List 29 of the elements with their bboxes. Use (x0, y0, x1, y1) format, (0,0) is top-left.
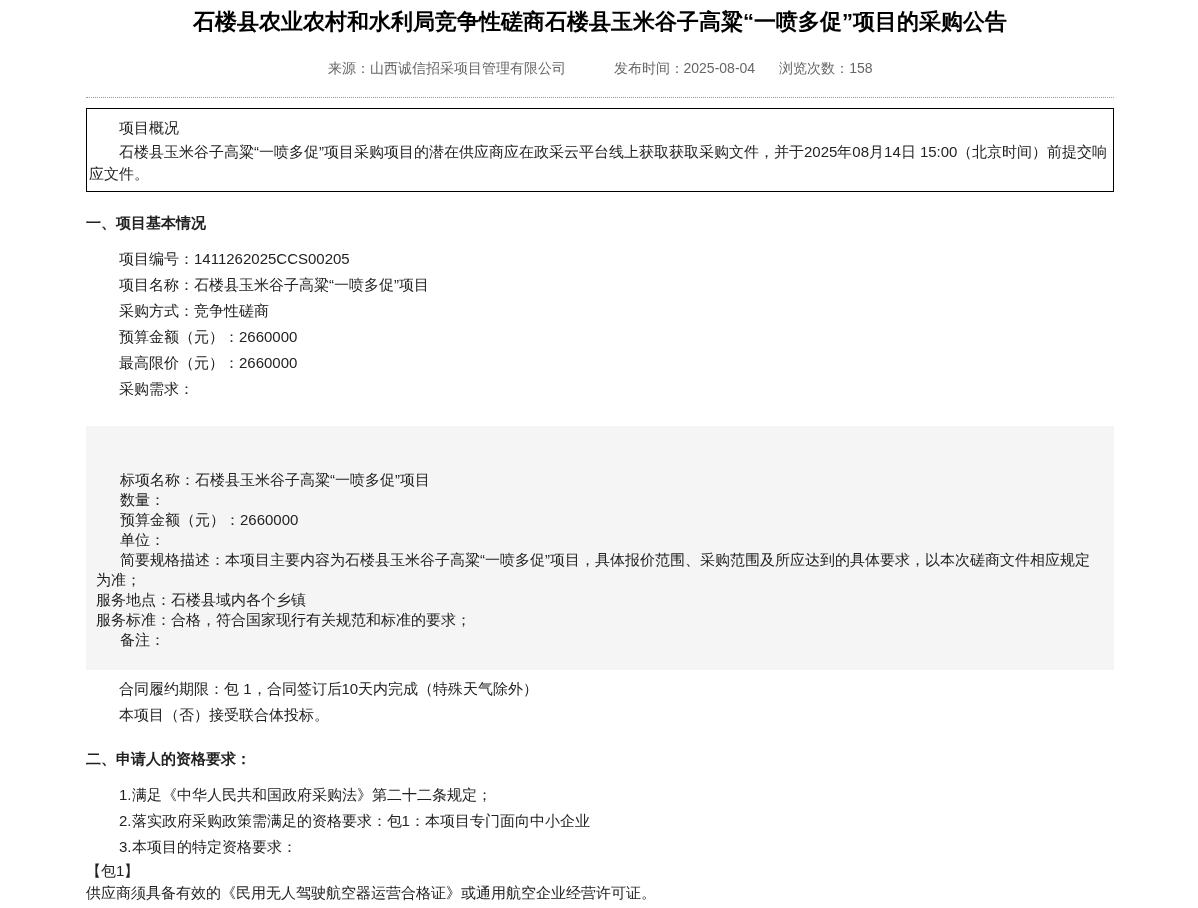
body-text: 本项目（否）接受联合体投标。 (118, 705, 330, 725)
body-text: 标项名称：石楼县玉米谷子高粱“一喷多促”项目 (119, 470, 431, 490)
body-text: 预算金额（元）：2660000 (118, 327, 299, 347)
body-text: 单位： (119, 530, 166, 550)
body-text: 项目名称：石楼县玉米谷子高粱“一喷多促”项目 (118, 275, 430, 295)
body-text: 最高限价（元）：2660000 (118, 353, 299, 373)
body-text: 合同履约期限：包 1，合同签订后10天内完成（特殊天气除外） (118, 679, 540, 699)
meta-info: 来源：山西诚信招采项目管理有限公司 (327, 59, 566, 78)
body-text: 简要规格描述：本项目主要内容为石楼县玉米谷子高粱“一喷多促”项目，具体报价范围、采购范围及所应达到的具体要求，以本次磋商文件相应规定为准； (96, 550, 1091, 590)
body-text: 3.本项目的特定资格要求： (118, 837, 298, 857)
meta-info: 发布时间：2025-08-04 (613, 59, 756, 78)
body-text: 2.落实政府采购政策需满足的资格要求：包1：本项目专门面向中小企业 (118, 811, 591, 831)
body-text: 供应商须具备有效的《民用无人驾驶航空器运营合格证》或通用航空企业经营许可证。 (86, 883, 657, 903)
body-text: 1.满足《中华人民共和国政府采购法》第二十二条规定； (118, 785, 493, 805)
body-text: 采购需求： (118, 379, 195, 399)
section-heading: 二、申请人的资格要求： (86, 749, 252, 769)
body-text: 数量： (119, 490, 166, 510)
body-text: 【包1】 (86, 861, 141, 881)
body-text: 项目编号：1411262025CCS00205 (118, 249, 351, 269)
body-text: 服务标准：合格，符合国家现行有关规范和标准的要求； (96, 610, 472, 630)
body-text: 备注： (119, 630, 166, 650)
page-title: 石楼县农业农村和水利局竞争性磋商石楼县玉米谷子高粱“一喷多促”项目的采购公告 (192, 8, 1008, 36)
body-text: 采购方式：竞争性磋商 (118, 301, 270, 321)
body-text: 预算金额（元）：2660000 (119, 510, 300, 530)
summary-text: 石楼县玉米谷子高粱“一喷多促”项目采购项目的潜在供应商应在政采云平台线上获取获取采购文件，并于2025年08月14日 15:00（北京时间）前提交响应文件。 (89, 142, 1109, 184)
summary-heading: 项目概况 (118, 118, 180, 138)
section-heading: 一、项目基本情况 (86, 213, 207, 233)
meta-info: 浏览次数：158 (779, 59, 873, 78)
body-text: 服务地点：石楼县域内各个乡镇 (96, 590, 307, 610)
